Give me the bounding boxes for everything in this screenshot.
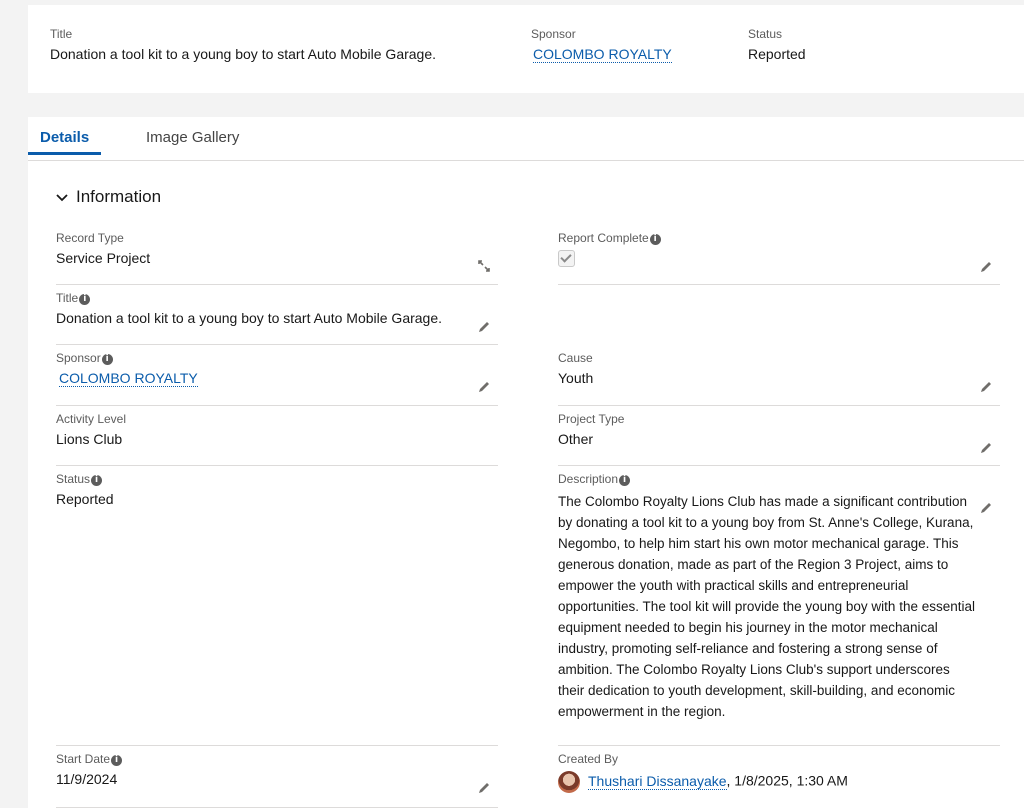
project-type-value: Other (558, 431, 594, 447)
description-label: Description (558, 472, 619, 486)
info-icon[interactable]: i (91, 475, 103, 486)
change-record-type-icon[interactable] (476, 258, 492, 274)
info-icon[interactable]: i (649, 234, 661, 245)
project-type-label: Project Type (558, 412, 625, 426)
created-by-user-link[interactable]: Thushari Dissanayake (588, 772, 727, 790)
created-by-date: , 1/8/2025, 1:30 AM (726, 772, 848, 789)
sponsor-link[interactable]: COLOMBO ROYALTY (59, 370, 198, 387)
info-icon[interactable]: i (619, 475, 631, 486)
header-status-label: Status (748, 27, 783, 41)
info-icon[interactable]: i (111, 755, 123, 766)
activity-level-value: Lions Club (56, 431, 123, 447)
start-date-label: Start Date (56, 752, 111, 766)
pencil-icon[interactable] (978, 259, 994, 275)
info-icon[interactable]: i (79, 294, 91, 305)
cause-value: Youth (558, 370, 594, 386)
highlights-panel: Title Donation a tool kit to a young boy… (28, 5, 1024, 93)
header-status-field: Status Reported (748, 27, 806, 62)
field-start-date: Start Date i 11/9/2024 (56, 752, 498, 808)
header-title-value: Donation a tool kit to a young boy to st… (50, 46, 437, 62)
title-value: Donation a tool kit to a young boy to st… (56, 310, 443, 326)
tab-image-gallery[interactable]: Image Gallery (146, 129, 239, 154)
record-detail-card: Details Image Gallery Information Record… (27, 117, 1024, 808)
field-activity-level: Activity Level Lions Club (56, 412, 498, 466)
field-description: Description i The Colombo Royalty Lions C… (558, 472, 1000, 746)
start-date-value: 11/9/2024 (56, 771, 118, 787)
field-cause: Cause Youth (558, 351, 1000, 406)
status-label: Status (56, 472, 91, 486)
header-sponsor-label: Sponsor (531, 27, 576, 41)
pencil-icon[interactable] (978, 440, 994, 456)
field-report-complete: Report Complete i (558, 231, 1000, 285)
header-title-label: Title (50, 27, 73, 41)
header-sponsor-link[interactable]: COLOMBO ROYALTY (533, 46, 672, 63)
header-title-field: Title Donation a tool kit to a young boy… (50, 27, 436, 62)
status-value: Reported (56, 491, 114, 507)
field-record-type: Record Type Service Project (56, 231, 498, 285)
pencil-icon[interactable] (476, 379, 492, 395)
report-complete-label: Report Complete (558, 231, 649, 245)
pencil-icon[interactable] (978, 379, 994, 395)
chevron-down-icon (56, 190, 68, 205)
field-title: Title i Donation a tool kit to a young bo… (56, 291, 498, 345)
field-project-type: Project Type Other (558, 412, 1000, 466)
avatar[interactable] (558, 771, 580, 793)
record-type-label: Record Type (56, 231, 124, 245)
header-status-value: Reported (748, 46, 806, 62)
section-information-toggle[interactable]: Information (56, 187, 161, 207)
field-created-by: Created By Thushari Dissanayake, 1/8/202… (558, 752, 1000, 808)
description-value: The Colombo Royalty Lions Club has made … (558, 494, 975, 719)
record-type-value: Service Project (56, 250, 151, 266)
pencil-icon[interactable] (476, 319, 492, 335)
tab-details[interactable]: Details (27, 129, 102, 155)
sponsor-label: Sponsor (56, 351, 101, 365)
field-sponsor: Sponsor i COLOMBO ROYALTY (56, 351, 498, 406)
header-sponsor-field: Sponsor COLOMBO ROYALTY (531, 27, 672, 63)
activity-level-label: Activity Level (56, 412, 127, 426)
info-icon[interactable]: i (101, 354, 113, 365)
pencil-icon[interactable] (476, 780, 492, 796)
report-complete-checkbox (558, 250, 575, 267)
field-status: Status i Reported (56, 472, 498, 746)
cause-label: Cause (558, 351, 593, 365)
tab-bar: Details Image Gallery (27, 117, 1024, 161)
section-title: Information (76, 187, 162, 206)
title-label: Title (56, 291, 79, 305)
created-by-label: Created By (558, 752, 619, 766)
pencil-icon[interactable] (978, 500, 994, 516)
